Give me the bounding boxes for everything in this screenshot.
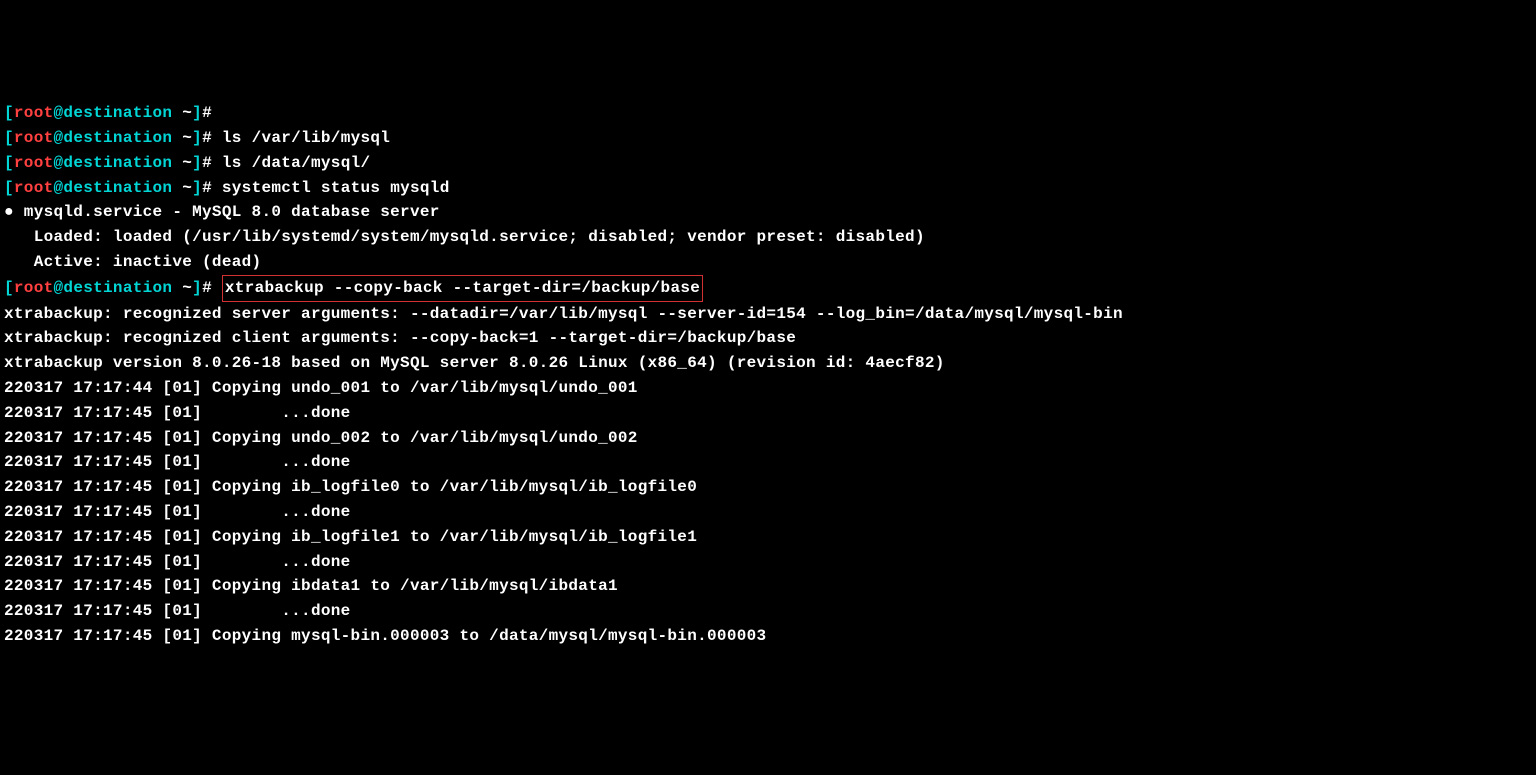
prompt-line: [root@destination ~]# xtrabackup --copy-… <box>4 275 1532 302</box>
output-line: xtrabackup: recognized server arguments:… <box>4 302 1532 327</box>
status-active: Active: inactive (dead) <box>4 250 1532 275</box>
output-line: xtrabackup version 8.0.26-18 based on My… <box>4 351 1532 376</box>
command-text: ls /var/lib/mysql <box>222 129 390 147</box>
output-line: 220317 17:17:45 [01] ...done <box>4 599 1532 624</box>
prompt-line: [root@destination ~]# systemctl status m… <box>4 176 1532 201</box>
output-line: 220317 17:17:45 [01] ...done <box>4 500 1532 525</box>
terminal-output[interactable]: [root@destination ~]# [root@destination … <box>4 101 1532 649</box>
command-text: ls /data/mysql/ <box>222 154 371 172</box>
output-line: 220317 17:17:45 [01] ...done <box>4 401 1532 426</box>
status-unit: ● mysqld.service - MySQL 8.0 database se… <box>4 200 1532 225</box>
command-text: systemctl status mysqld <box>222 179 450 197</box>
output-line: 220317 17:17:45 [01] Copying ibdata1 to … <box>4 574 1532 599</box>
output-line: 220317 17:17:45 [01] Copying mysql-bin.0… <box>4 624 1532 649</box>
prompt-line: [root@destination ~]# <box>4 101 1532 126</box>
output-line: 220317 17:17:44 [01] Copying undo_001 to… <box>4 376 1532 401</box>
highlighted-command: xtrabackup --copy-back --target-dir=/bac… <box>222 275 703 302</box>
prompt-line: [root@destination ~]# ls /var/lib/mysql <box>4 126 1532 151</box>
prompt-line: [root@destination ~]# ls /data/mysql/ <box>4 151 1532 176</box>
output-line: 220317 17:17:45 [01] Copying ib_logfile1… <box>4 525 1532 550</box>
output-line: 220317 17:17:45 [01] Copying ib_logfile0… <box>4 475 1532 500</box>
status-loaded: Loaded: loaded (/usr/lib/systemd/system/… <box>4 225 1532 250</box>
output-line: 220317 17:17:45 [01] ...done <box>4 550 1532 575</box>
output-line: 220317 17:17:45 [01] Copying undo_002 to… <box>4 426 1532 451</box>
output-line: 220317 17:17:45 [01] ...done <box>4 450 1532 475</box>
output-line: xtrabackup: recognized client arguments:… <box>4 326 1532 351</box>
